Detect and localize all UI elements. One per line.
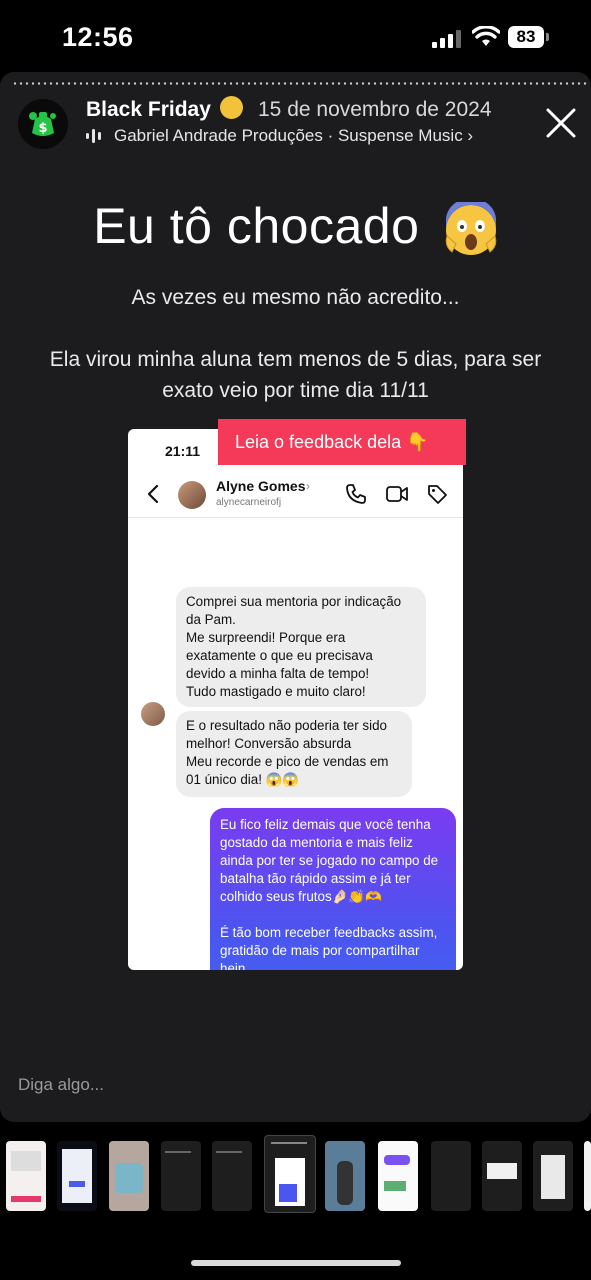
audio-wave-icon <box>86 129 101 143</box>
wifi-icon <box>472 26 500 46</box>
story-thumbnail[interactable] <box>57 1141 97 1211</box>
chat-screenshot: 21:11 Alyne Gomes › alynecarneirofj Comp… <box>128 429 463 970</box>
feedback-banner: Leia o feedback dela 👇 <box>218 419 466 465</box>
story-thumbnail[interactable] <box>431 1141 471 1211</box>
story-thumbnail[interactable] <box>109 1141 149 1211</box>
story-thumbnail[interactable] <box>482 1141 522 1211</box>
battery-nub <box>546 33 549 41</box>
video-call-icon <box>386 486 408 502</box>
story-thumbnail[interactable] <box>533 1141 573 1211</box>
story-thumbnails <box>0 1135 591 1220</box>
reply-input[interactable]: Diga algo... <box>18 1075 104 1095</box>
story-progress-bar <box>12 82 588 85</box>
story-headline: Eu tô chocado <box>0 197 591 258</box>
sender-avatar <box>141 702 165 726</box>
tag-icon <box>428 485 447 504</box>
story-body-text: Ela virou minha aluna tem menos de 5 dia… <box>49 348 542 402</box>
contact-username: alynecarneirofj <box>216 497 282 508</box>
cellular-signal-icon <box>432 30 461 48</box>
status-bar: 12:56 83 <box>0 0 591 72</box>
contact-name: Alyne Gomes <box>216 478 306 494</box>
story-date: 15 de novembro de 2024 <box>258 98 492 121</box>
story-subtitle: As vezes eu mesmo não acredito... <box>131 286 460 309</box>
story-viewer[interactable]: $ Black Friday 15 de novembro de 2024 Ga… <box>0 72 591 1122</box>
headline-text: Eu tô chocado <box>93 198 420 254</box>
chat-header-divider <box>128 517 463 518</box>
clock: 12:56 <box>62 22 134 52</box>
story-thumbnail[interactable] <box>6 1141 46 1211</box>
chat-clock: 21:11 <box>165 443 201 459</box>
chevron-right-icon: › <box>306 479 310 493</box>
message-bubble-sent: Eu fico feliz demais que você tenha gost… <box>210 808 456 970</box>
svg-text:$: $ <box>38 121 47 136</box>
money-face-emoji-icon <box>220 96 243 119</box>
money-bag-icon: $ <box>18 99 68 149</box>
story-thumbnail[interactable] <box>212 1141 252 1211</box>
profile-avatar[interactable]: $ <box>18 99 68 149</box>
music-attribution-link[interactable]: Gabriel Andrade Produções · Suspense Mus… <box>114 126 473 146</box>
close-icon[interactable] <box>540 102 582 144</box>
story-thumbnail-current[interactable] <box>264 1135 316 1213</box>
phone-call-icon <box>346 484 366 504</box>
story-thumbnail[interactable] <box>325 1141 365 1211</box>
story-thumbnail[interactable] <box>584 1141 591 1211</box>
message-bubble-received: Comprei sua mentoria por indicação da Pa… <box>176 587 426 707</box>
home-indicator <box>191 1260 401 1266</box>
story-thumbnail[interactable] <box>161 1141 201 1211</box>
contact-avatar <box>178 481 206 509</box>
reply-bar[interactable]: Diga algo... <box>0 1055 591 1115</box>
battery-level: 83 <box>508 26 544 48</box>
back-chevron-icon <box>147 484 159 504</box>
screaming-face-emoji-icon <box>445 201 497 255</box>
message-bubble-received: E o resultado não poderia ter sido melho… <box>176 711 412 797</box>
story-title[interactable]: Black Friday <box>86 98 211 122</box>
story-thumbnail[interactable] <box>378 1141 418 1211</box>
